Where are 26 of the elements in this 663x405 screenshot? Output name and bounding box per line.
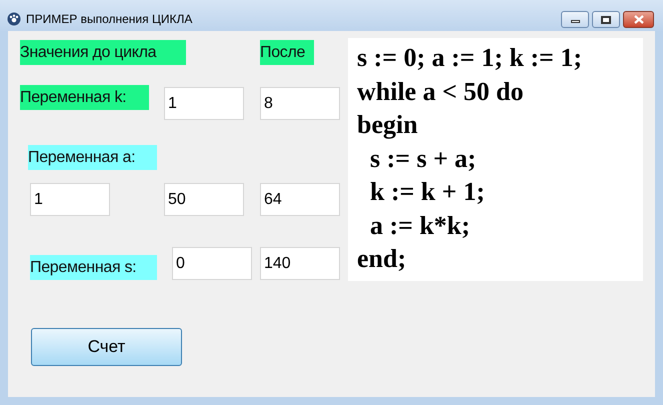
code-line: end; [357, 243, 406, 275]
close-icon [634, 15, 644, 24]
field-label: Переменная k: [20, 85, 149, 110]
input-field[interactable]: 50 [164, 183, 244, 216]
app-icon [7, 12, 21, 26]
maximize-button[interactable] [592, 11, 620, 28]
code-line: begin [357, 109, 418, 141]
code-line: s := 0; a := 1; k := 1; [357, 42, 582, 74]
input-field[interactable]: 140 [260, 247, 340, 280]
input-field[interactable]: 0 [172, 247, 252, 280]
field-label: После [260, 40, 314, 65]
field-label: Переменная а: [28, 145, 157, 170]
field-label: Переменная s: [30, 255, 157, 280]
code-line: s := s + a; [369, 142, 476, 174]
input-field[interactable]: 8 [260, 87, 340, 120]
field-label: Значения до цикла [20, 40, 186, 65]
input-field[interactable]: 1 [30, 183, 110, 216]
code-line: while a < 50 do [357, 76, 524, 108]
code-line: a := k*k; [369, 210, 470, 242]
window-title: ПРИМЕР выполнения ЦИКЛА [26, 11, 192, 27]
input-field[interactable]: 64 [260, 183, 340, 216]
code-line: k := k + 1; [369, 176, 485, 208]
close-button[interactable] [623, 11, 654, 28]
calculate-button[interactable]: Счет [31, 328, 182, 366]
input-field[interactable]: 1 [164, 87, 244, 120]
minimize-button[interactable] [561, 11, 589, 28]
